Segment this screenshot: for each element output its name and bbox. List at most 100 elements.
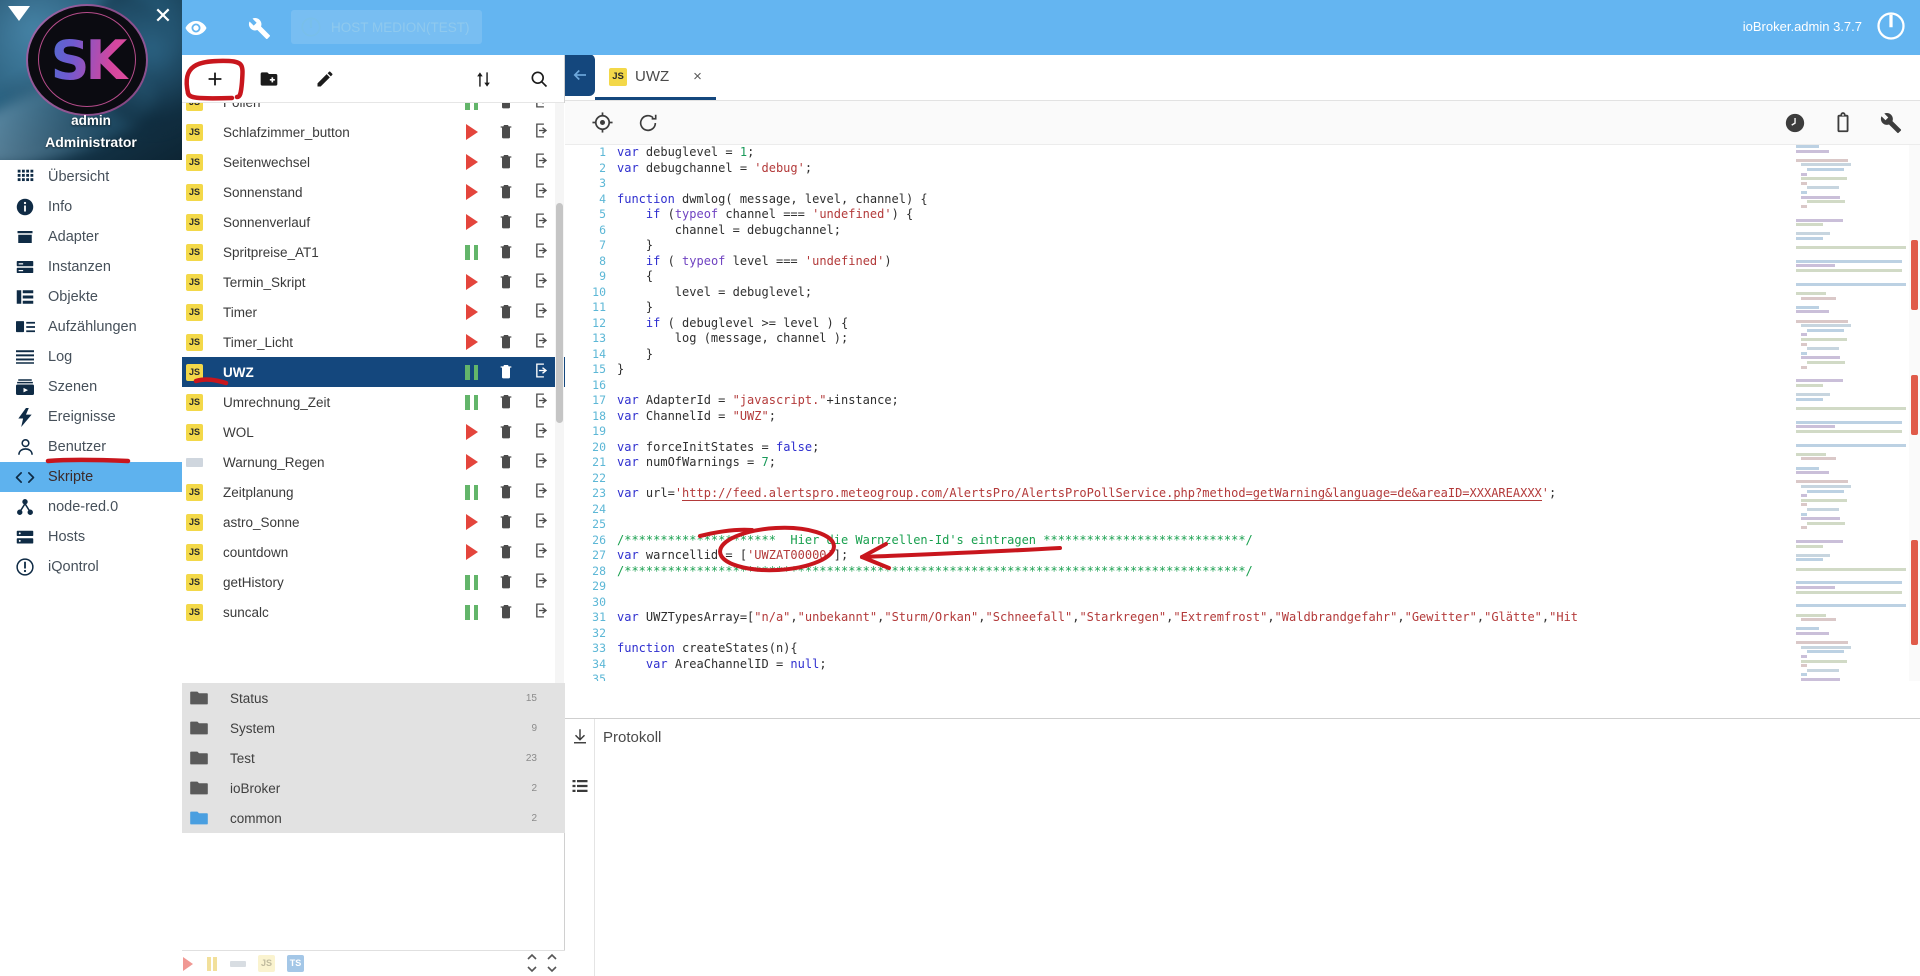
sidebar-item-aufz-hlungen[interactable]: Aufzählungen xyxy=(0,312,182,342)
pause-icon[interactable] xyxy=(465,484,478,500)
tab-uwz[interactable]: JS UWZ × xyxy=(595,56,716,100)
code-line[interactable]: function createStates(n){ xyxy=(617,641,1917,657)
sidebar-item-node-red-0[interactable]: node-red.0 xyxy=(0,492,182,522)
export-icon[interactable] xyxy=(534,242,551,262)
script-list-item[interactable]: JS countdown xyxy=(150,537,565,567)
export-icon[interactable] xyxy=(534,362,551,382)
new-folder-icon[interactable] xyxy=(250,60,288,98)
script-list-item[interactable]: JS Timer_Licht xyxy=(150,327,565,357)
script-list-item[interactable]: JS Termin_Skript xyxy=(150,267,565,297)
folder-list-item[interactable]: ›ioBroker2 xyxy=(150,773,565,803)
export-icon[interactable] xyxy=(534,392,551,412)
trash-icon[interactable] xyxy=(498,482,514,503)
code-line[interactable]: if (typeof channel === 'undefined') { xyxy=(617,207,1917,223)
code-line[interactable]: } xyxy=(617,347,1917,363)
folder-list-item[interactable]: ›common2 xyxy=(150,803,565,833)
script-list[interactable]: JS Pollen JS Schlafzimmer_button JS Seitenwec… xyxy=(150,103,565,683)
export-icon[interactable] xyxy=(534,452,551,472)
export-icon[interactable] xyxy=(534,482,551,502)
play-icon[interactable] xyxy=(466,424,478,440)
code-line[interactable]: /***************************************… xyxy=(617,564,1917,580)
locate-icon[interactable] xyxy=(589,110,615,136)
code-line[interactable]: var url='http://feed.alertspro.meteogrou… xyxy=(617,486,1917,502)
sidebar-item-log[interactable]: Log xyxy=(0,342,182,372)
sidebar-item-iqontrol[interactable]: iQontrol xyxy=(0,552,182,582)
code-editor[interactable]: 1 2 3 4 5 6 7 8 9 10 11 12 13 14 15 16 17 18 19 20 21 22 23 24 2… xyxy=(565,145,1920,681)
script-list-item[interactable]: JS Sonnenverlauf xyxy=(150,207,565,237)
code-line[interactable]: channel = debugchannel; xyxy=(617,223,1917,239)
code-line[interactable]: function dwmlog( message, level, channel… xyxy=(617,192,1917,208)
export-icon[interactable] xyxy=(534,122,551,142)
trash-icon[interactable] xyxy=(498,272,514,293)
script-list-item[interactable]: JS Timer xyxy=(150,297,565,327)
code-line[interactable]: } xyxy=(617,362,1917,378)
play-icon[interactable] xyxy=(466,154,478,170)
export-icon[interactable] xyxy=(534,602,551,622)
clock-icon[interactable] xyxy=(1782,110,1808,136)
clipboard-icon[interactable] xyxy=(1830,110,1856,136)
play-icon[interactable] xyxy=(466,214,478,230)
code-line[interactable]: var debugchannel = 'debug'; xyxy=(617,161,1917,177)
sidebar-item-objekte[interactable]: Objekte xyxy=(0,282,182,312)
sidebar-item-hosts[interactable]: Hosts xyxy=(0,522,182,552)
code-minimap[interactable] xyxy=(1796,145,1906,681)
script-list-item[interactable]: JS getHistory xyxy=(150,567,565,597)
pencil-icon[interactable] xyxy=(306,60,344,98)
export-icon[interactable] xyxy=(534,572,551,592)
export-icon[interactable] xyxy=(534,272,551,292)
power-button[interactable] xyxy=(1876,11,1908,43)
code-line[interactable] xyxy=(617,517,1917,533)
sidebar-item--bersicht[interactable]: Übersicht xyxy=(0,162,182,192)
trash-icon[interactable] xyxy=(498,512,514,533)
trash-icon[interactable] xyxy=(498,542,514,563)
pause-icon[interactable] xyxy=(465,364,478,380)
pause-icon[interactable] xyxy=(465,103,478,110)
folder-list-item[interactable]: ›Test23 xyxy=(150,743,565,773)
trash-icon[interactable] xyxy=(498,212,514,233)
script-list-item[interactable]: JS Pollen xyxy=(150,103,565,117)
code-line[interactable]: var forceInitStates = false; xyxy=(617,440,1917,456)
trash-icon[interactable] xyxy=(498,332,514,353)
code-line[interactable]: var ChannelId = "UWZ"; xyxy=(617,409,1917,425)
code-line[interactable] xyxy=(617,378,1917,394)
code-line[interactable] xyxy=(617,502,1917,518)
sidebar-item-ereignisse[interactable]: Ereignisse xyxy=(0,402,182,432)
trash-icon[interactable] xyxy=(498,122,514,143)
code-line[interactable]: log (message, channel ); xyxy=(617,331,1917,347)
sidebar-item-info[interactable]: Info xyxy=(0,192,182,222)
play-icon[interactable] xyxy=(466,184,478,200)
trash-icon[interactable] xyxy=(498,392,514,413)
play-icon[interactable] xyxy=(466,334,478,350)
script-list-scrollbar[interactable] xyxy=(555,103,564,683)
sidebar-item-szenen[interactable]: Szenen xyxy=(0,372,182,402)
code-line[interactable] xyxy=(617,471,1917,487)
trash-icon[interactable] xyxy=(498,362,514,383)
sidebar-item-benutzer[interactable]: Benutzer xyxy=(0,432,182,462)
pause-icon[interactable] xyxy=(465,394,478,410)
trash-icon[interactable] xyxy=(498,103,514,113)
close-icon[interactable]: × xyxy=(693,68,702,85)
export-icon[interactable] xyxy=(534,542,551,562)
pause-icon[interactable] xyxy=(465,244,478,260)
export-icon[interactable] xyxy=(534,512,551,532)
code-content[interactable]: var debuglevel = 1; var debugchannel = 'd… xyxy=(617,145,1917,681)
close-icon[interactable]: ✕ xyxy=(151,5,175,29)
play-icon[interactable] xyxy=(466,514,478,530)
code-line[interactable]: var AdapterId = "javascript."+instance; xyxy=(617,393,1917,409)
code-line[interactable]: var warncellid = ['UWZAT00000']; xyxy=(617,548,1917,564)
lines-icon[interactable] xyxy=(565,769,595,803)
code-line[interactable] xyxy=(617,626,1917,642)
play-icon[interactable] xyxy=(466,274,478,290)
code-line[interactable] xyxy=(617,672,1917,681)
script-list-item[interactable]: JS Zeitplanung xyxy=(150,477,565,507)
play-icon[interactable] xyxy=(466,454,478,470)
back-arrow-icon[interactable] xyxy=(565,54,595,96)
sidebar-item-instanzen[interactable]: Instanzen xyxy=(0,252,182,282)
code-line[interactable] xyxy=(617,579,1917,595)
sidebar-item-skripte[interactable]: Skripte xyxy=(0,462,182,492)
script-list-item[interactable]: Warnung_Regen xyxy=(150,447,565,477)
sidebar-item-adapter[interactable]: Adapter xyxy=(0,222,182,252)
script-list-item[interactable]: JS UWZ xyxy=(150,357,565,387)
code-scrollbar[interactable] xyxy=(1909,145,1920,681)
export-icon[interactable] xyxy=(534,212,551,232)
